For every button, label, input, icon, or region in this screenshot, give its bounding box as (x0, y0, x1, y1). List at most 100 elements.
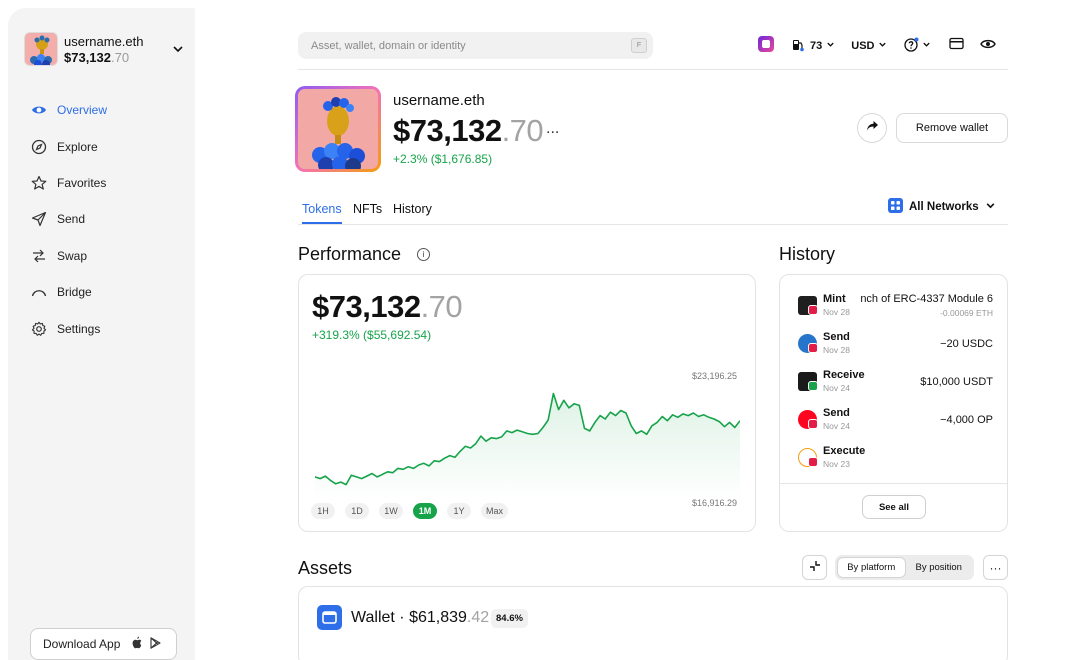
gear-icon (30, 320, 48, 338)
assets-more-button[interactable]: ··· (983, 555, 1008, 580)
chart-area-fill (315, 393, 740, 500)
history-type: Send (823, 407, 850, 419)
share-arrow-icon (866, 119, 879, 137)
card-icon[interactable] (949, 37, 965, 55)
sidebar-item-label: Bridge (57, 285, 92, 300)
header-divider (298, 69, 1008, 70)
collapse-icon (809, 559, 821, 577)
gas-pump-icon (791, 38, 805, 55)
sidebar-item-overview[interactable]: Overview (30, 92, 190, 128)
remove-wallet-button[interactable]: Remove wallet (896, 113, 1008, 143)
history-amount-sub: -0.00069 ETH (940, 308, 993, 318)
help-icon (904, 37, 919, 55)
info-icon[interactable]: i (417, 248, 430, 261)
sidebar-item-bridge[interactable]: Bridge (30, 274, 190, 310)
profile-change: +2.3% ($1,676.85) (393, 152, 493, 166)
status-badge (808, 419, 818, 429)
profile-name: username.eth (393, 92, 485, 109)
history-item[interactable]: Send Nov 24 −4,000 OP (798, 407, 993, 437)
sidebar-item-label: Send (57, 212, 86, 227)
group-by-toggle: By platform By position (835, 555, 974, 580)
sidebar-item-label: Settings (57, 321, 101, 336)
performance-change: +319.3% ($55,692.54) (312, 328, 432, 342)
range-1y[interactable]: 1Y (447, 503, 471, 519)
tab-tokens[interactable]: Tokens (302, 202, 342, 224)
history-amount: $10,000 USDT (920, 376, 993, 388)
search-input[interactable] (311, 39, 611, 52)
chevron-down-icon (985, 200, 996, 214)
account-switcher[interactable]: username.eth $73,132.70 (24, 32, 184, 66)
currency-selector[interactable]: USD (851, 40, 887, 52)
by-position-option[interactable]: By position (906, 557, 973, 578)
history-item[interactable]: Send Nov 28 −20 USDC (798, 331, 993, 361)
status-badge (808, 457, 818, 467)
sidebar-nav: Overview Explore Favorites Send Swap Bri… (30, 92, 190, 347)
share-button[interactable] (857, 113, 887, 143)
search-bar[interactable]: F (298, 32, 653, 59)
sidebar-item-favorites[interactable]: Favorites (30, 165, 190, 201)
app-logo-icon[interactable] (757, 35, 775, 58)
see-all-button[interactable]: See all (862, 495, 926, 519)
networks-label: All Networks (909, 201, 979, 213)
swap-icon (30, 247, 48, 265)
account-balance: $73,132.70 (64, 49, 130, 65)
status-badge (808, 305, 818, 315)
download-app-button[interactable]: Download App (30, 628, 177, 660)
account-avatar (24, 32, 58, 66)
range-1h[interactable]: 1H (311, 503, 335, 519)
sidebar-item-label: Explore (57, 139, 98, 154)
range-1w[interactable]: 1W (379, 503, 403, 519)
history-item[interactable]: Receive Nov 24 $10,000 USDT (798, 369, 993, 399)
collapse-button[interactable] (802, 555, 827, 580)
history-item[interactable]: Mint Nov 28 nch of ERC-4337 Module 6 -0.… (798, 293, 993, 323)
history-amount: nch of ERC-4337 Module 6 (860, 293, 993, 305)
help-button[interactable] (904, 37, 931, 55)
download-app-label: Download App (43, 637, 121, 651)
currency-value: USD (851, 40, 875, 52)
eye-icon (30, 101, 48, 119)
history-heading: History (779, 244, 836, 264)
history-item[interactable]: Execute Nov 23 (798, 445, 993, 475)
performance-balance: $73,132.70 (312, 289, 463, 324)
topbar-actions: 73 USD (757, 35, 997, 58)
history-date: Nov 23 (823, 459, 850, 469)
search-shortcut-key: F (631, 38, 647, 53)
assets-heading: Assets (298, 558, 353, 578)
sidebar-item-send[interactable]: Send (30, 201, 190, 237)
gas-button[interactable]: 73 (791, 38, 835, 55)
profile-balance: $73,132.70 (393, 113, 544, 148)
bridge-icon (30, 283, 48, 301)
sidebar-item-label: Swap (57, 248, 88, 263)
history-date: Nov 28 (823, 345, 850, 355)
apple-icon (131, 636, 142, 652)
chevron-down-icon[interactable] (172, 42, 184, 60)
profile-more-button[interactable]: ... (546, 120, 559, 138)
history-date: Nov 24 (823, 383, 850, 393)
sidebar-item-explore[interactable]: Explore (30, 128, 190, 164)
range-1m[interactable]: 1M (413, 503, 437, 519)
history-type: Send (823, 331, 850, 343)
profile-avatar (295, 86, 381, 172)
history-divider (780, 483, 1007, 484)
history-type: Receive (823, 369, 865, 381)
chevron-down-icon (878, 40, 887, 52)
tab-history[interactable]: History (393, 202, 432, 222)
history-type: Execute (823, 445, 866, 457)
chevron-down-icon (826, 40, 835, 52)
by-platform-option[interactable]: By platform (837, 557, 906, 578)
wallet-assets-card: Wallet · $61,839.42 84.6% (298, 586, 1008, 660)
range-1d[interactable]: 1D (345, 503, 369, 519)
gas-value: 73 (810, 40, 823, 52)
history-card: Mint Nov 28 nch of ERC-4337 Module 6 -0.… (779, 274, 1008, 532)
eye-icon[interactable] (980, 37, 997, 56)
performance-chart[interactable] (315, 375, 740, 500)
status-badge (808, 343, 818, 353)
sidebar-item-label: Overview (57, 103, 108, 118)
sidebar-item-settings[interactable]: Settings (30, 310, 190, 346)
sidebar: username.eth $73,132.70 Overview Explore… (8, 8, 195, 660)
networks-selector[interactable]: All Networks (888, 198, 996, 216)
sidebar-item-swap[interactable]: Swap (30, 238, 190, 274)
status-badge (808, 381, 818, 391)
tab-nfts[interactable]: NFTs (353, 202, 382, 222)
range-max[interactable]: Max (481, 503, 509, 519)
